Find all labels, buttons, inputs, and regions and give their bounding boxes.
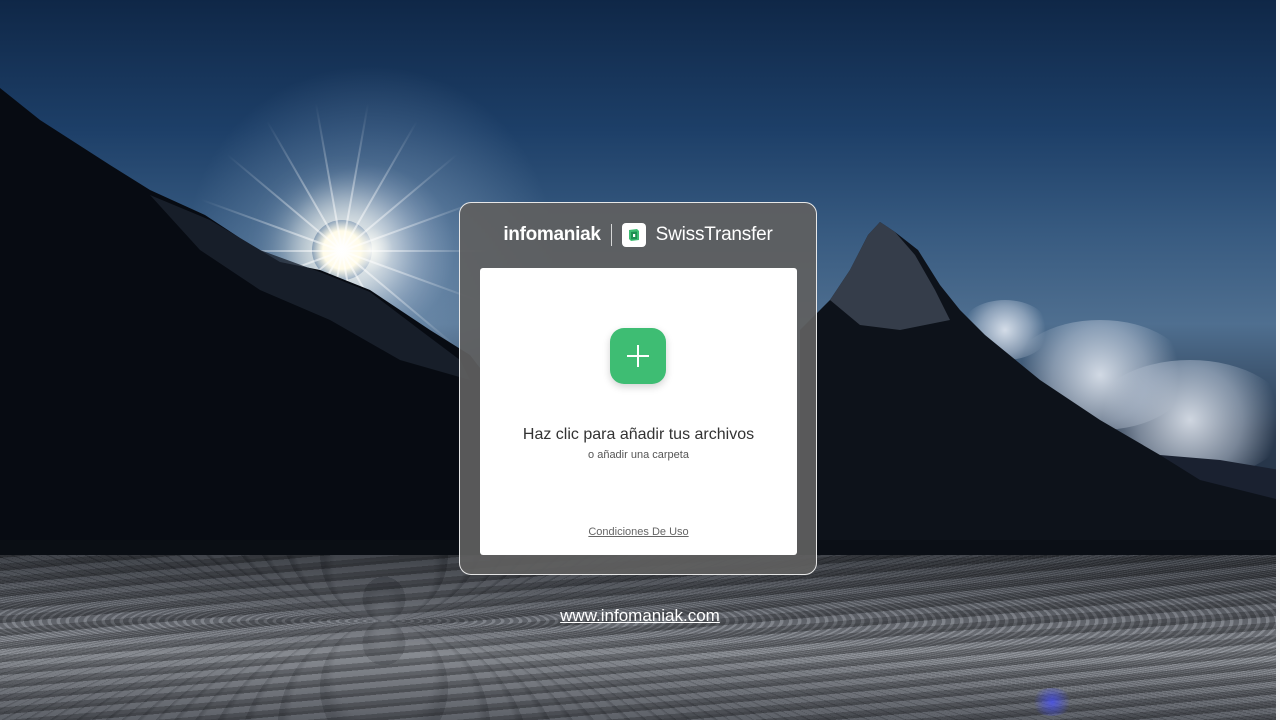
swisstransfer-logo-text: SwissTransfer (655, 224, 773, 245)
infomaniak-logo-text: infomaniak (503, 224, 601, 245)
file-dropzone[interactable]: Haz clic para añadir tus archivos o añad… (480, 268, 797, 555)
snow-texture (0, 555, 1280, 720)
plus-icon (627, 345, 649, 367)
lens-flare (1030, 688, 1074, 716)
swisstransfer-logo-icon (621, 223, 646, 247)
brand-divider (610, 224, 612, 246)
terms-of-use-link[interactable]: Condiciones De Uso (480, 526, 797, 538)
add-files-label[interactable]: Haz clic para añadir tus archivos (480, 426, 797, 444)
upload-card: infomaniak SwissTransfer Haz clic para a… (459, 202, 817, 575)
add-folder-label[interactable]: o añadir una carpeta (480, 449, 797, 461)
card-header: infomaniak SwissTransfer (460, 203, 816, 267)
add-files-button[interactable] (610, 328, 666, 384)
infomaniak-website-link[interactable]: www.infomaniak.com (0, 606, 1280, 626)
